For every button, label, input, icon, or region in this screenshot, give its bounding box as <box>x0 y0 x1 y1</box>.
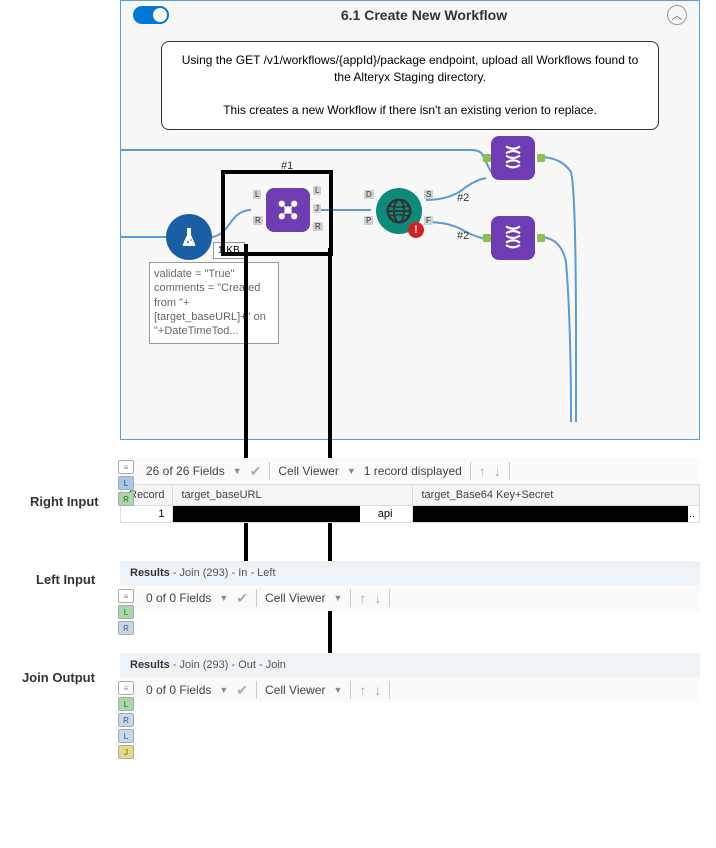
description-line2: This creates a new Workflow if there isn… <box>180 102 640 119</box>
port-out <box>537 154 545 162</box>
canvas-header: 6.1 Create New Workflow ︿ <box>121 1 699 29</box>
checkmark-icon[interactable]: ✔ <box>250 463 262 480</box>
cell-b64: ... <box>413 506 700 523</box>
port-f-out: F <box>424 216 433 225</box>
connector-left <box>244 244 248 574</box>
macro-tool-top[interactable] <box>491 136 535 180</box>
fields-count: 0 of 0 Fields <box>128 683 211 697</box>
right-toolbar: 26 of 26 Fields ▼ ✔ Cell Viewer ▼ 1 reco… <box>120 458 700 484</box>
workflow-canvas: 6.1 Create New Workflow ︿ Using the GET … <box>120 0 700 440</box>
join-results-header: Results - Join (293) - Out - Join <box>120 653 700 677</box>
down-arrow-icon[interactable]: ↓ <box>374 682 381 698</box>
hash-2b-label: #2 <box>457 230 469 242</box>
records-displayed: 1 record displayed <box>364 464 462 478</box>
description-line1: Using the GET /v1/workflows/{appId}/pack… <box>180 52 640 86</box>
cellviewer-dropdown[interactable]: ▼ <box>334 593 343 603</box>
left-toolbar: 0 of 0 Fields ▼ ✔ Cell Viewer ▼ ↑ ↓ <box>120 585 700 611</box>
list-icon[interactable]: ≡ <box>118 460 134 474</box>
cellviewer-dropdown[interactable]: ▼ <box>347 466 356 476</box>
col-b64[interactable]: target_Base64 Key+Secret <box>413 485 700 506</box>
table-row[interactable]: 1 api ... <box>121 506 700 523</box>
highlight-box <box>221 170 333 256</box>
error-badge-icon: ! <box>408 222 424 238</box>
anchor-l-icon[interactable]: L <box>118 605 134 619</box>
enable-toggle[interactable] <box>133 6 169 24</box>
anchor-lo-icon[interactable]: L <box>118 729 134 743</box>
fields-count: 0 of 0 Fields <box>128 591 211 605</box>
join-output-label: Join Output <box>22 670 95 685</box>
port-p-in: P <box>364 216 373 225</box>
api-text: api <box>378 508 393 520</box>
cell-viewer-label: Cell Viewer <box>265 591 325 605</box>
right-input-label: Right Input <box>30 494 99 509</box>
ellipsis: ... <box>686 508 695 520</box>
canvas-title: 6.1 Create New Workflow <box>181 7 667 23</box>
cellviewer-dropdown[interactable]: ▼ <box>334 685 343 695</box>
up-arrow-icon[interactable]: ↑ <box>479 463 486 479</box>
anchor-l-icon[interactable]: L <box>118 476 134 490</box>
anchor-r-icon[interactable]: R <box>118 621 134 635</box>
workflow-nodes-area: #1 #2 #2 L R L J R ! D P S F 1 KB <box>121 142 699 422</box>
right-input-panel: ≡ L R 26 of 26 Fields ▼ ✔ Cell Viewer ▼ … <box>120 458 700 523</box>
macro-tool-bottom[interactable] <box>491 216 535 260</box>
left-input-panel: Results - Join (293) - In - Left ≡ L R 0… <box>120 561 700 611</box>
port-out <box>537 234 545 242</box>
cell-record: 1 <box>121 506 173 523</box>
download-tool[interactable]: ! <box>376 188 422 234</box>
anchor-l-icon[interactable]: L <box>118 697 134 711</box>
anchor-r-icon[interactable]: R <box>118 713 134 727</box>
fields-dropdown[interactable]: ▼ <box>219 685 228 695</box>
down-arrow-icon[interactable]: ↓ <box>374 590 381 606</box>
cell-viewer-label: Cell Viewer <box>265 683 325 697</box>
anchor-r-icon[interactable]: R <box>118 492 134 506</box>
port-in <box>483 234 491 242</box>
checkmark-icon[interactable]: ✔ <box>236 590 248 607</box>
left-results-header: Results - Join (293) - In - Left <box>120 561 700 585</box>
formula-tool[interactable] <box>166 214 212 260</box>
up-arrow-icon[interactable]: ↑ <box>359 682 366 698</box>
port-d-in: D <box>364 190 374 199</box>
join-output-panel: Results - Join (293) - Out - Join ≡ L R … <box>120 653 700 743</box>
port-s-out: S <box>424 190 433 199</box>
anchor-j-icon[interactable]: J <box>118 745 134 759</box>
formula-text: validate = "True"comments = "Created fro… <box>154 268 266 337</box>
cell-viewer-label: Cell Viewer <box>278 464 338 478</box>
fields-dropdown[interactable]: ▼ <box>219 593 228 603</box>
formula-preview: validate = "True"comments = "Created fro… <box>149 262 279 343</box>
fields-dropdown[interactable]: ▼ <box>233 466 242 476</box>
port-in <box>483 154 491 162</box>
hash-2a-label: #2 <box>457 192 469 204</box>
join-toolbar: 0 of 0 Fields ▼ ✔ Cell Viewer ▼ ↑ ↓ <box>120 677 700 703</box>
cell-baseurl: api <box>173 506 413 523</box>
list-icon[interactable]: ≡ <box>118 681 134 695</box>
fields-count: 26 of 26 Fields <box>128 464 225 478</box>
list-icon[interactable]: ≡ <box>118 589 134 603</box>
checkmark-icon[interactable]: ✔ <box>236 682 248 699</box>
col-baseurl[interactable]: target_baseURL <box>173 485 413 506</box>
description-box: Using the GET /v1/workflows/{appId}/pack… <box>161 41 659 130</box>
down-arrow-icon[interactable]: ↓ <box>494 463 501 479</box>
collapse-button[interactable]: ︿ <box>667 5 687 25</box>
left-input-label: Left Input <box>36 572 95 587</box>
right-data-table: Record target_baseURL target_Base64 Key+… <box>120 484 700 523</box>
up-arrow-icon[interactable]: ↑ <box>359 590 366 606</box>
